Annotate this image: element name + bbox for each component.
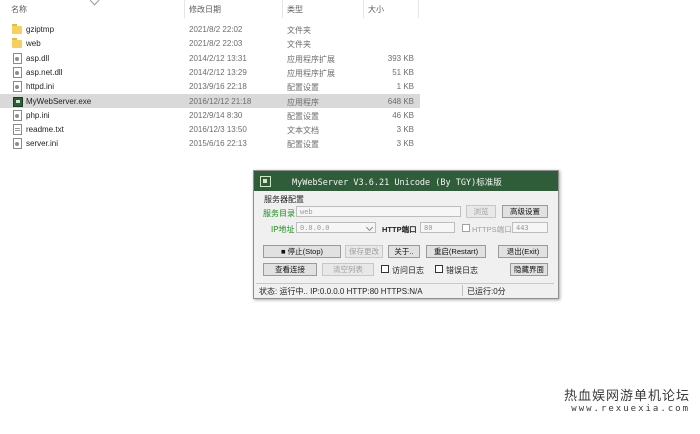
file-row[interactable]: asp.dll 2014/2/12 13:31 应用程序扩展 393 KB (0, 51, 420, 65)
about-button[interactable]: 关于.. (388, 245, 420, 258)
server-config-heading: 服务器配置 (264, 195, 304, 204)
column-divider[interactable] (418, 0, 419, 18)
column-name[interactable]: 名称 (11, 4, 27, 15)
ini-file-icon (13, 81, 22, 93)
file-size: 1 KB (396, 82, 414, 92)
https-port-input[interactable]: 443 (512, 222, 548, 233)
access-log-checkbox[interactable] (381, 265, 389, 273)
file-row[interactable]: asp.net.dll 2014/2/12 13:29 应用程序扩展 51 KB (0, 65, 420, 79)
error-log-label: 错误日志 (446, 266, 478, 275)
file-date: 2014/2/12 13:31 (189, 53, 247, 63)
error-log-checkbox[interactable] (435, 265, 443, 273)
access-log-label: 访问日志 (392, 266, 424, 275)
folder-icon (12, 24, 22, 34)
file-date: 2021/8/2 22:02 (189, 25, 243, 34)
file-name: asp.net.dll (26, 67, 63, 77)
column-date[interactable]: 修改日期 (189, 4, 221, 15)
site-watermark: 热血娱网游单机论坛 www.rexuexia.com (564, 385, 690, 414)
file-type: 文本文档 (287, 126, 319, 136)
ini-file-icon (13, 138, 22, 150)
status-divider (462, 285, 463, 296)
ip-select[interactable]: 0.0.0.0 (296, 222, 376, 233)
sort-chevron-icon (89, 0, 100, 6)
file-date: 2012/9/14 8:30 (189, 110, 243, 120)
dll-file-icon (13, 52, 22, 64)
file-type: 配置设置 (287, 140, 319, 150)
file-name: gziptmp (26, 25, 55, 34)
file-type: 配置设置 (287, 83, 319, 93)
file-name: asp.dll (26, 53, 50, 63)
ip-value: 0.0.0.0 (300, 224, 330, 232)
file-size: 393 KB (387, 53, 414, 63)
watermark-title: 热血娱网游单机论坛 (563, 389, 690, 404)
status-bar: 状态: 运行中.. IP:0.0.0.0 HTTP:80 HTTPS:N/A 已… (256, 283, 554, 297)
column-divider[interactable] (282, 0, 283, 18)
file-type: 配置设置 (287, 111, 319, 121)
file-name: readme.txt (26, 125, 64, 135)
mywebserver-window: MyWebServer V3.6.21 Unicode (By TGY)标准版 … (253, 170, 559, 299)
dll-file-icon (13, 66, 22, 78)
dir-label: 服务目录 (263, 209, 295, 218)
file-row[interactable]: MyWebServer.exe 2016/12/12 21:18 应用程序 648 K… (0, 93, 420, 108)
folder-icon (12, 38, 22, 49)
file-date: 2013/9/16 22:18 (189, 82, 247, 92)
column-divider[interactable] (363, 0, 364, 18)
watermark-url: www.rexuexia.com (571, 404, 690, 414)
exit-button[interactable]: 退出(Exit) (498, 245, 548, 258)
file-size: 46 KB (392, 110, 414, 120)
clear-list-button[interactable]: 清空列表 (322, 263, 374, 276)
file-type: 文件夹 (287, 26, 311, 35)
ip-label: IP地址 (271, 225, 295, 234)
advanced-settings-button[interactable]: 高级设置 (502, 205, 548, 218)
file-size: 648 KB (387, 96, 414, 106)
file-type: 应用程序扩展 (287, 68, 335, 78)
http-port-label: HTTP端口 (382, 225, 417, 234)
column-type[interactable]: 类型 (287, 4, 303, 15)
file-size: 3 KB (396, 139, 414, 149)
app-icon (260, 176, 271, 187)
save-changes-button[interactable]: 保存更改 (345, 245, 383, 258)
https-checkbox[interactable] (462, 224, 470, 232)
file-date: 2015/6/16 22:13 (189, 139, 247, 149)
file-name: MyWebServer.exe (26, 96, 92, 106)
file-date: 2021/8/2 22:03 (189, 39, 243, 49)
column-divider[interactable] (184, 0, 185, 18)
https-port-label: HTTPS端口 (472, 225, 512, 234)
ini-file-icon (13, 109, 22, 121)
stop-button[interactable]: ■ 停止(Stop) (263, 245, 341, 258)
file-row[interactable]: gziptmp 2021/8/2 22:02 文件夹 (0, 22, 420, 36)
exe-file-icon (13, 96, 23, 107)
restart-button[interactable]: 重启(Restart) (426, 245, 486, 258)
dropdown-chevron-icon (365, 223, 374, 232)
view-connections-button[interactable]: 查看连接 (263, 263, 317, 276)
file-type: 文件夹 (287, 40, 311, 50)
column-size[interactable]: 大小 (368, 4, 384, 15)
hide-interface-button[interactable]: 隐藏界面 (510, 263, 548, 276)
file-date: 2016/12/12 21:18 (189, 96, 252, 106)
file-name: web (26, 39, 41, 49)
browse-button[interactable]: 浏览 (466, 205, 496, 218)
http-port-input[interactable]: 80 (420, 222, 455, 233)
file-date: 2016/12/3 13:50 (189, 125, 247, 135)
file-row[interactable]: web 2021/8/2 22:03 文件夹 (0, 36, 420, 50)
file-size: 51 KB (392, 67, 414, 77)
uptime-text: 已运行:0分 (467, 287, 506, 296)
file-list-header: 名称 修改日期 类型 大小 (0, 0, 420, 18)
file-size: 3 KB (396, 125, 414, 135)
file-name: php.ini (26, 110, 50, 120)
file-date: 2014/2/12 13:29 (189, 67, 247, 77)
dir-input[interactable]: web (296, 206, 461, 217)
window-title: MyWebServer V3.6.21 Unicode (By TGY)标准版 (292, 178, 502, 188)
file-name: httpd.ini (26, 82, 55, 92)
title-bar[interactable]: MyWebServer V3.6.21 Unicode (By TGY)标准版 (254, 171, 558, 191)
file-type: 应用程序扩展 (287, 54, 335, 64)
file-row[interactable]: httpd.ini 2013/9/16 22:18 配置设置 1 KB (0, 79, 420, 93)
file-name: server.ini (26, 139, 59, 149)
status-text: 状态: 运行中.. IP:0.0.0.0 HTTP:80 HTTPS:N/A (259, 287, 423, 296)
file-row[interactable]: server.ini 2015/6/16 22:13 配置设置 3 KB (0, 136, 420, 150)
text-file-icon (13, 124, 22, 136)
file-row[interactable]: php.ini 2012/9/14 8:30 配置设置 46 KB (0, 108, 420, 122)
file-type: 应用程序 (287, 97, 319, 107)
file-row[interactable]: readme.txt 2016/12/3 13:50 文本文档 3 KB (0, 122, 420, 136)
